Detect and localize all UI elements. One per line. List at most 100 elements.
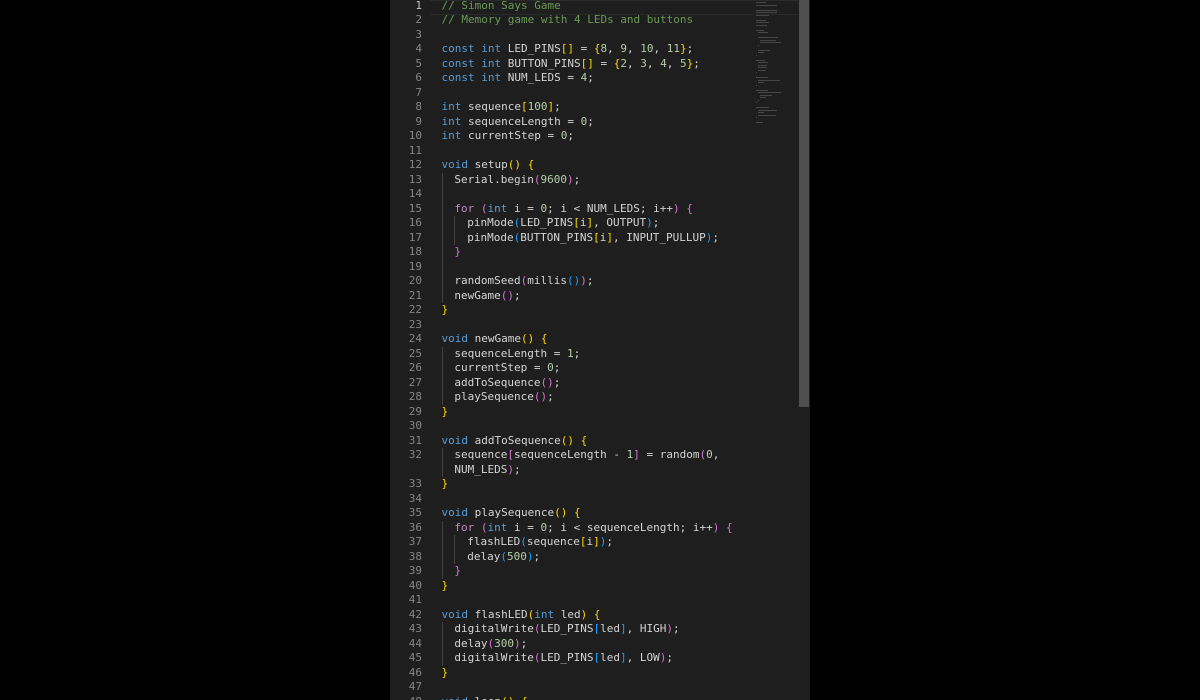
line-number: 26 [408,361,422,374]
code-line[interactable]: 19 [390,260,810,275]
code-line[interactable]: 32 sequence[sequenceLength - 1] = random(… [390,448,810,463]
minimap-line [758,67,767,68]
code-line[interactable]: 14 [390,187,810,202]
minimap-line [756,2,766,3]
code-line[interactable]: 37 flashLED(sequence[i]); [390,535,810,550]
code-line[interactable]: 8 int sequence[100]; [390,100,810,115]
code-line[interactable]: 38 delay(500); [390,550,810,565]
code-line[interactable]: 47 [390,680,810,695]
code-token: ] [619,651,627,664]
code-text: } [454,245,461,260]
code-token: 3 [640,56,647,70]
code-line[interactable]: 2 // Memory game with 4 LEDs and buttons [390,13,810,28]
code-line[interactable]: 41 [390,593,810,608]
code-token: ; [573,172,581,186]
code-line[interactable]: 30 [390,419,810,434]
code-token: randomSeed [454,274,521,287]
code-line[interactable]: 24 void newGame() { [390,332,810,347]
code-line[interactable]: 36 for (int i = 0; i < sequenceLength; i+… [390,521,810,536]
line-number: 7 [415,85,422,99]
code-token: { [521,695,528,700]
code-line[interactable]: 22} [390,303,810,318]
code-token: } [454,564,462,577]
code-token: flashLED [467,535,521,548]
vertical-scrollbar-thumb[interactable] [799,0,809,407]
code-token: { [686,201,693,215]
code-token: () [507,158,521,171]
code-line[interactable]: 31 void addToSequence() { [390,434,810,449]
code-line[interactable]: 44 delay(300); [390,637,810,652]
code-line[interactable]: 35 void playSequence() { [390,506,810,521]
code-line[interactable]: 10 int currentStep = 0; [390,129,810,144]
code-line[interactable]: 4 const int LED_PINS[] = {8, 9, 10, 11}; [390,42,810,57]
code-token: , INPUT_PULLUP [613,230,706,244]
code-line[interactable]: 15 for (int i = 0; i < NUM_LEDS; i++) { [390,202,810,217]
code-token: } [441,665,449,679]
code-line[interactable]: 5 const int BUTTON_PINS[] = {2, 3, 4, 5}; [390,57,810,72]
code-line[interactable]: 18} [390,245,810,260]
code-line[interactable]: 48 void loop() { [390,695,810,700]
code-line[interactable]: 20 randomSeed(millis()); [390,274,810,289]
code-token: ; [686,42,694,55]
code-line[interactable]: 45 digitalWrite(LED_PINS[led], LOW); [390,651,810,666]
code-text: const int NUM_LEDS = 4; [442,71,594,86]
code-text: sequenceLength = 1; [454,347,580,362]
code-token: = [593,56,614,70]
minimap-line [758,109,777,111]
code-token: ) [580,274,587,287]
indent-guide [441,651,443,666]
code-token: void [441,158,469,171]
code-token: BUTTON_PINS [501,56,581,70]
code-line[interactable]: 12 void setup() { [390,158,810,173]
code-token: BUTTON_PINS [520,230,594,244]
code-line[interactable]: 13 Serial.begin(9600); [390,173,810,188]
code-line[interactable]: 27 addToSequence(); [390,376,810,391]
code-line[interactable]: 7 [390,86,810,101]
code-line[interactable]: 42 void flashLED(int led) { [390,608,810,623]
minimap-line [758,37,778,38]
code-line[interactable]: 23 [390,318,810,333]
code-text: void flashLED(int led) { [442,608,601,623]
code-token: } [441,303,449,316]
code-line[interactable]: 29} [390,405,810,420]
code-line[interactable]: 28 playSequence(); [390,390,810,405]
code-token: void [441,607,469,621]
code-editor[interactable]: 1 // Simon Says Game 2 // Memory game with … [390,0,810,700]
minimap-line [758,69,767,71]
code-token: [ [520,100,528,113]
code-token: , OUTPUT [593,216,647,229]
indent-guide [441,187,443,202]
code-line[interactable]: 6 const int NUM_LEDS = 4; [390,71,810,86]
code-line[interactable]: 25 sequenceLength = 1; [390,347,810,362]
code-line[interactable]: 40} [390,579,810,594]
code-line[interactable]: 34 [390,492,810,507]
code-token: 5 [679,56,687,70]
code-token: ; i < sequenceLength; i++ [547,520,713,534]
code-text: digitalWrite(LED_PINS[led], LOW); [454,651,673,666]
minimap[interactable] [756,0,796,130]
code-line[interactable]: 3 [390,28,810,43]
code-line[interactable]: 1 // Simon Says Game [390,0,810,13]
code-line[interactable]: 17 pinMode(BUTTON_PINS[i], INPUT_PULLUP); [390,231,810,246]
line-number: 38 [408,549,422,563]
code-text: digitalWrite(LED_PINS[led], HIGH); [454,622,679,637]
code-line[interactable]: 43 digitalWrite(LED_PINS[led], HIGH); [390,622,810,637]
code-token: int [534,607,555,621]
code-line[interactable]: 11 [390,144,810,159]
code-line[interactable]: 46} [390,666,810,681]
code-token: pinMode [467,230,514,244]
code-line[interactable]: 26 currentStep = 0; [390,361,810,376]
code-line[interactable]: 16 pinMode(LED_PINS[i], OUTPUT); [390,216,810,231]
code-line[interactable]: NUM_LEDS); [390,463,810,478]
code-token: flashLED [468,607,528,621]
minimap-line [758,62,769,63]
indent-guide [441,375,443,390]
code-line[interactable]: 9 int sequenceLength = 0; [390,115,810,130]
code-token: () [554,506,568,519]
code-line[interactable]: 21 newGame(); [390,289,810,304]
code-token: const [441,42,475,55]
code-line[interactable]: 33} [390,477,810,492]
code-line[interactable]: 39} [390,564,810,579]
code-token: ; [606,535,614,548]
